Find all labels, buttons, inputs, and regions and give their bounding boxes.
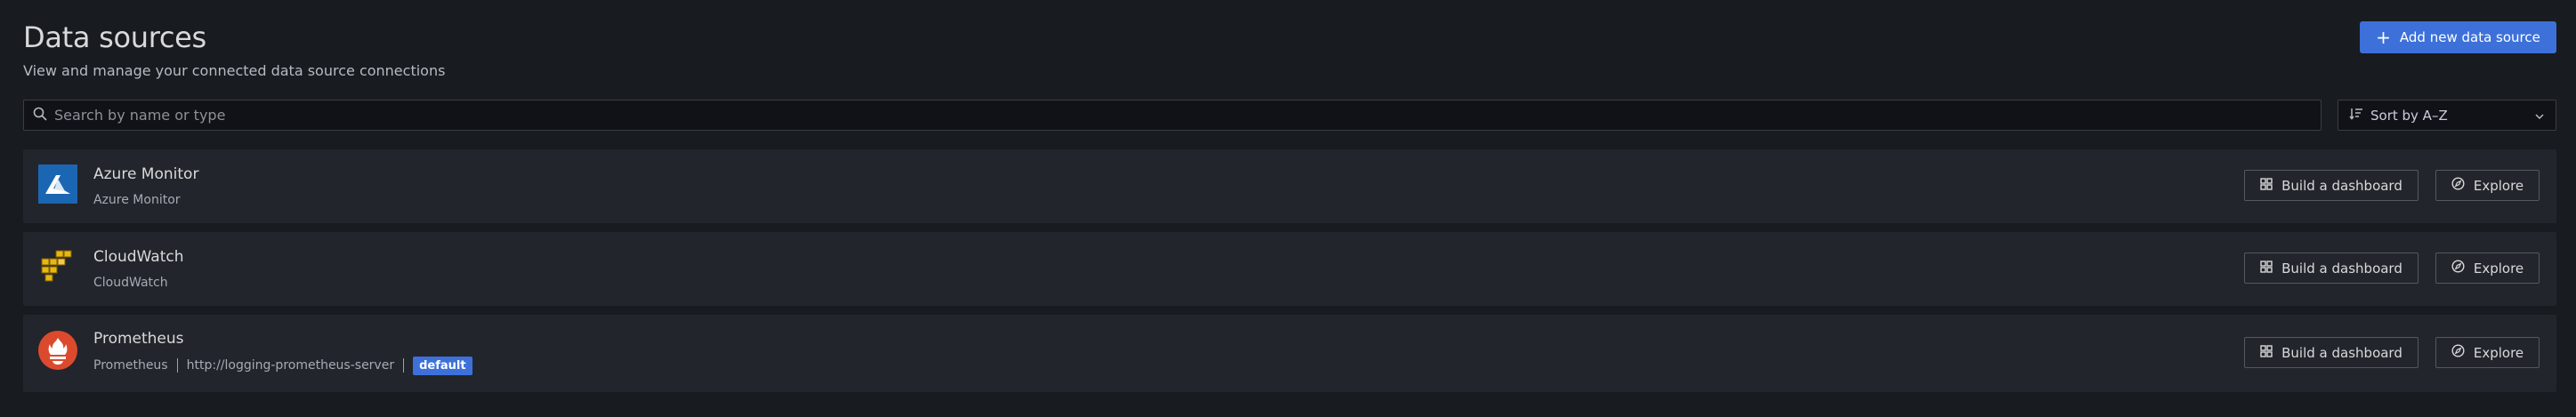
page-title: Data sources: [23, 20, 206, 54]
datasource-meta: CloudWatch: [93, 271, 168, 294]
explore-label: Explore: [2473, 177, 2524, 194]
default-badge: default: [413, 356, 472, 375]
meta-divider: [176, 358, 178, 373]
dashboard-grid-icon: [2260, 177, 2273, 194]
meta-divider: [403, 358, 405, 373]
datasource-meta: Prometheus http://logging-prometheus-ser…: [93, 354, 472, 377]
sort-select[interactable]: Sort by A–Z: [2338, 100, 2556, 131]
build-dashboard-label: Build a dashboard: [2281, 344, 2402, 361]
datasource-type: Prometheus: [93, 358, 168, 373]
datasource-type: Azure Monitor: [93, 193, 181, 207]
compass-icon: [2451, 260, 2465, 277]
search-icon: [33, 107, 47, 124]
datasource-meta: Azure Monitor: [93, 188, 181, 212]
cloudwatch-logo-icon: [38, 247, 77, 286]
compass-icon: [2451, 344, 2465, 361]
datasource-url: http://logging-prometheus-server: [186, 358, 395, 373]
add-data-source-label: Add new data source: [2399, 29, 2540, 45]
build-dashboard-label: Build a dashboard: [2281, 177, 2402, 194]
prometheus-logo-icon: [38, 331, 77, 370]
datasource-card-cloudwatch[interactable]: CloudWatch CloudWatch Build a dashboard …: [23, 232, 2556, 306]
dashboard-grid-icon: [2260, 260, 2273, 277]
datasource-name[interactable]: Prometheus: [93, 329, 184, 349]
build-dashboard-label: Build a dashboard: [2281, 260, 2402, 277]
datasource-name[interactable]: CloudWatch: [93, 247, 184, 267]
compass-icon: [2451, 177, 2465, 194]
dashboard-grid-icon: [2260, 344, 2273, 361]
plus-icon: +: [2376, 27, 2391, 48]
azure-monitor-logo-icon: [38, 164, 77, 204]
sort-label: Sort by A–Z: [2370, 107, 2448, 124]
explore-button[interactable]: Explore: [2435, 170, 2540, 201]
build-dashboard-button[interactable]: Build a dashboard: [2244, 253, 2419, 284]
chevron-down-icon: [2534, 108, 2545, 124]
build-dashboard-button[interactable]: Build a dashboard: [2244, 337, 2419, 368]
explore-label: Explore: [2473, 260, 2524, 277]
explore-button[interactable]: Explore: [2435, 337, 2540, 368]
sort-icon: [2349, 108, 2363, 124]
search-input[interactable]: [54, 107, 2321, 124]
datasource-name[interactable]: Azure Monitor: [93, 164, 198, 184]
page-subtitle: View and manage your connected data sour…: [23, 62, 446, 79]
explore-label: Explore: [2473, 344, 2524, 361]
datasource-card-azure-monitor[interactable]: Azure Monitor Azure Monitor Build a dash…: [23, 149, 2556, 223]
datasource-card-prometheus[interactable]: Prometheus Prometheus http://logging-pro…: [23, 315, 2556, 392]
add-data-source-button[interactable]: + Add new data source: [2360, 21, 2556, 53]
explore-button[interactable]: Explore: [2435, 253, 2540, 284]
build-dashboard-button[interactable]: Build a dashboard: [2244, 170, 2419, 201]
search-box[interactable]: [23, 100, 2322, 131]
datasource-type: CloudWatch: [93, 276, 168, 290]
